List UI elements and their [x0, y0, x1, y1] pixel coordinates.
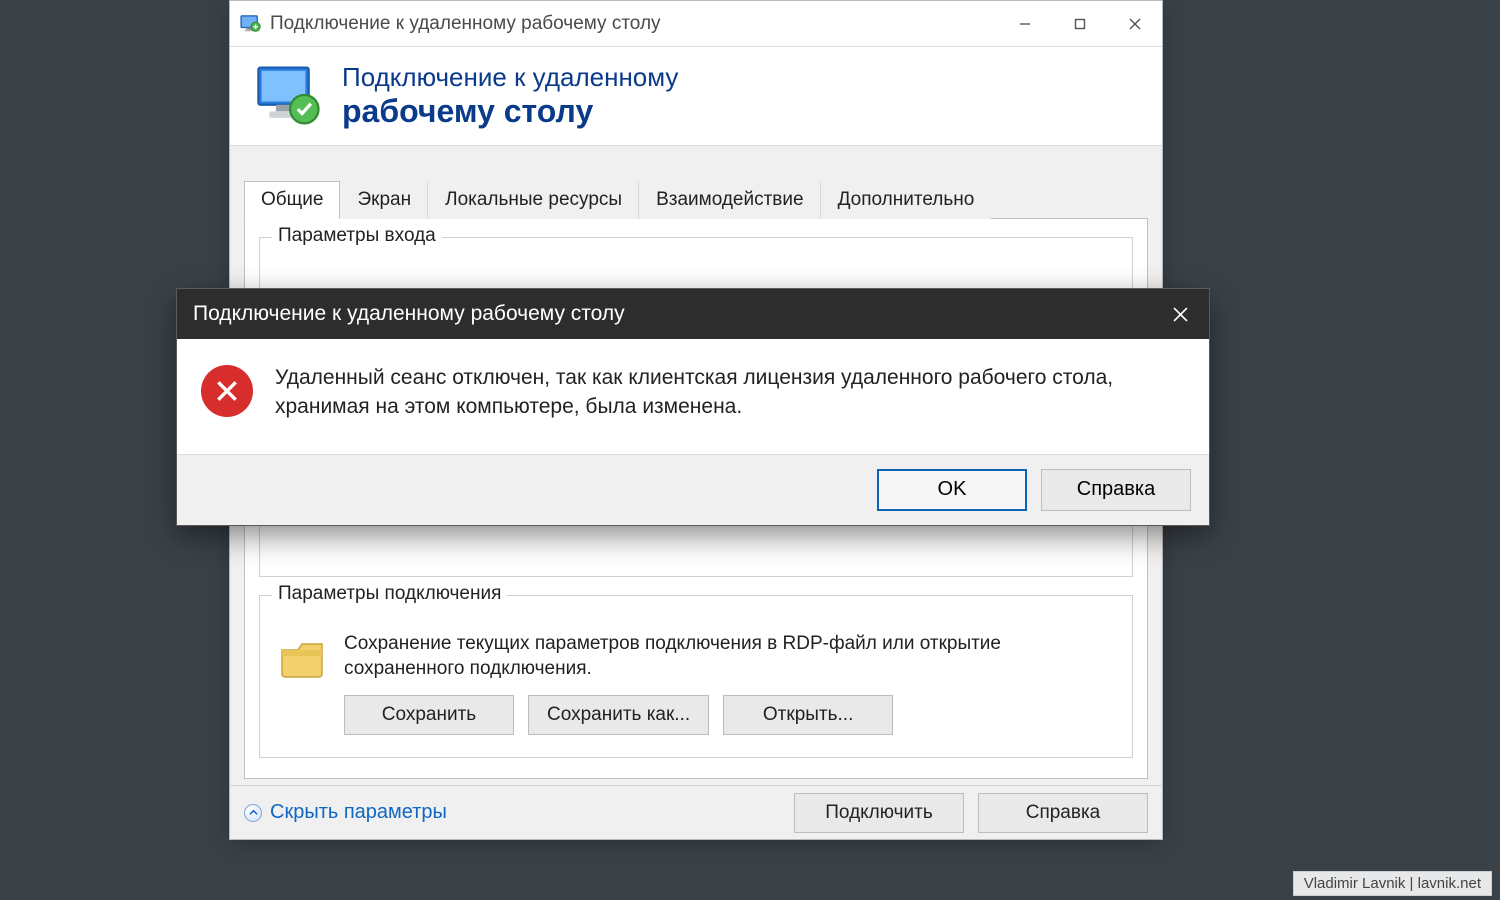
save-button[interactable]: Сохранить: [344, 695, 514, 735]
dialog-help-button[interactable]: Справка: [1041, 469, 1191, 511]
open-button[interactable]: Открыть...: [723, 695, 893, 735]
dialog-close-button[interactable]: [1151, 289, 1209, 339]
tab-local-res[interactable]: Локальные ресурсы: [428, 181, 639, 219]
banner-line1: Подключение к удаленному: [342, 63, 678, 93]
rdp-app-icon: [240, 13, 262, 35]
maximize-button[interactable]: [1052, 1, 1107, 47]
banner-line2: рабочему столу: [342, 93, 678, 130]
group-connection: Параметры подключения Сохранение текущих…: [259, 595, 1133, 758]
error-icon: [201, 365, 253, 417]
save-as-button[interactable]: Сохранить как...: [528, 695, 709, 735]
tabs: Общие Экран Локальные ресурсы Взаимодейс…: [244, 180, 1148, 219]
bottom-bar: Скрыть параметры Подключить Справка: [230, 785, 1162, 839]
dialog-titlebar[interactable]: Подключение к удаленному рабочему столу: [177, 289, 1209, 339]
dialog-ok-button[interactable]: OK: [877, 469, 1027, 511]
window-title: Подключение к удаленному рабочему столу: [270, 13, 661, 35]
dialog-body: Удаленный сеанс отключен, так как клиент…: [177, 339, 1209, 454]
folder-icon: [278, 636, 326, 684]
close-button[interactable]: [1107, 1, 1162, 47]
tab-display[interactable]: Экран: [340, 181, 428, 219]
dialog-title: Подключение к удаленному рабочему столу: [193, 302, 625, 326]
tab-general[interactable]: Общие: [244, 181, 340, 219]
hide-options-toggle[interactable]: Скрыть параметры: [244, 801, 447, 824]
minimize-button[interactable]: [997, 1, 1052, 47]
group-connection-legend: Параметры подключения: [272, 583, 507, 605]
help-button[interactable]: Справка: [978, 793, 1148, 833]
banner: Подключение к удаленному рабочему столу: [230, 47, 1162, 146]
tab-experience[interactable]: Взаимодействие: [639, 181, 821, 219]
watermark: Vladimir Lavnik | lavnik.net: [1293, 871, 1492, 896]
rdp-banner-icon: [254, 61, 324, 131]
error-dialog: Подключение к удаленному рабочему столу …: [176, 288, 1210, 526]
hide-options-label: Скрыть параметры: [270, 801, 447, 824]
chevron-up-icon: [244, 804, 262, 822]
titlebar[interactable]: Подключение к удаленному рабочему столу: [230, 1, 1162, 47]
tab-advanced[interactable]: Дополнительно: [821, 181, 992, 219]
dialog-message: Удаленный сеанс отключен, так как клиент…: [275, 363, 1183, 422]
group-connection-desc: Сохранение текущих параметров подключени…: [344, 632, 1114, 681]
dialog-buttons: OK Справка: [177, 454, 1209, 525]
group-login-legend: Параметры входа: [272, 225, 442, 247]
connect-button[interactable]: Подключить: [794, 793, 964, 833]
